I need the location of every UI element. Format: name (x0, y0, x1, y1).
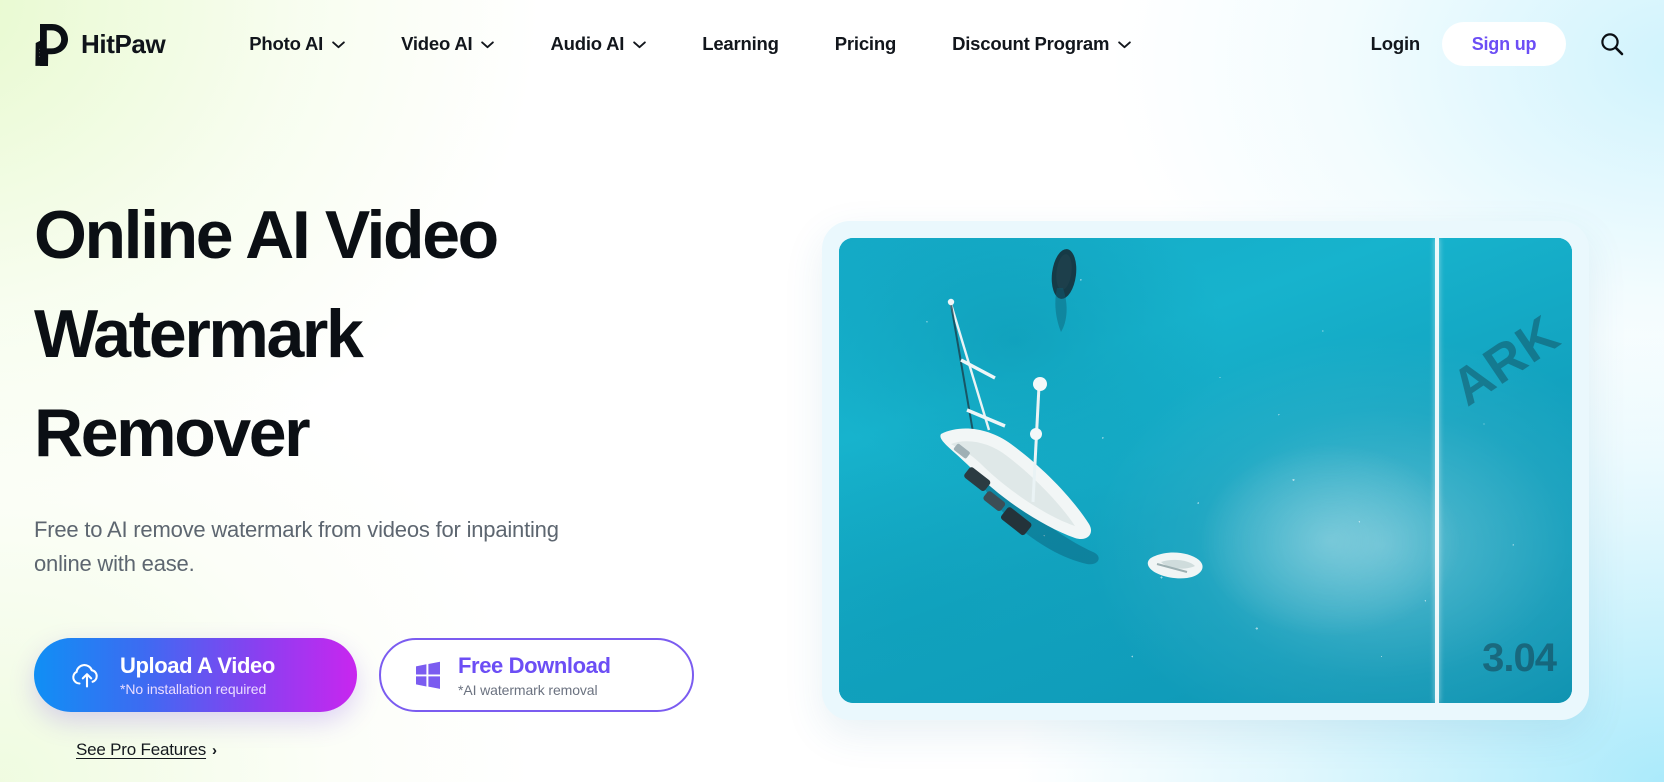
video-timecode: 3.04 (1482, 636, 1557, 680)
page-title: Online AI Video Watermark Remover (34, 186, 634, 483)
nav-item-discount-program[interactable]: Discount Program (924, 20, 1159, 68)
nav-item-label: Video AI (401, 33, 473, 54)
free-download-button[interactable]: Free Download *AI watermark removal (379, 638, 694, 712)
see-pro-features-link[interactable]: See Pro Features › (76, 740, 217, 760)
header-actions: Login Sign up (1349, 18, 1638, 70)
nav-item-learning[interactable]: Learning (674, 20, 807, 68)
chevron-down-icon (1118, 39, 1132, 49)
main-navigation: Photo AI Video AI Audio AI Learning Pric… (221, 20, 1159, 68)
nav-item-label: Photo AI (249, 33, 324, 54)
video-preview-canvas[interactable]: ARK 3.04 (839, 238, 1572, 703)
page-root: HitPaw Photo AI Video AI Audio AI Learni… (0, 0, 1664, 782)
nav-item-label: Audio AI (550, 33, 625, 54)
login-link[interactable]: Login (1349, 33, 1442, 55)
hero-title-line-1: Online AI Video (34, 197, 499, 273)
nav-item-label: Learning (702, 33, 779, 54)
cta-row: Upload A Video *No installation required… (34, 638, 734, 712)
upload-button-note: *No installation required (120, 681, 267, 697)
site-header: HitPaw Photo AI Video AI Audio AI Learni… (0, 0, 1664, 88)
nav-item-label: Pricing (834, 33, 897, 54)
chevron-down-icon (481, 39, 495, 49)
boats-illustration (940, 249, 1203, 579)
nav-item-photo-ai[interactable]: Photo AI (221, 20, 373, 68)
hero-subtitle: Free to AI remove watermark from videos … (34, 517, 559, 576)
brand-logo-link[interactable]: HitPaw (30, 22, 166, 66)
windows-logo-icon (414, 661, 442, 689)
search-icon (1599, 31, 1625, 57)
hero-content: Online AI Video Watermark Remover Free t… (34, 186, 734, 760)
chevron-right-icon: › (212, 741, 217, 759)
nav-item-label: Discount Program (952, 33, 1110, 54)
nav-item-pricing[interactable]: Pricing (807, 20, 924, 68)
download-button-note: *AI watermark removal (458, 681, 598, 698)
nav-item-audio-ai[interactable]: Audio AI (522, 20, 674, 68)
upload-a-video-button[interactable]: Upload A Video *No installation required (34, 638, 357, 712)
brand-name: HitPaw (81, 28, 166, 59)
hitpaw-paw-logo-icon (30, 22, 68, 66)
search-button[interactable] (1586, 18, 1638, 70)
chevron-down-icon (633, 39, 646, 49)
video-preview-frame[interactable]: ARK 3.04 (822, 221, 1589, 720)
hero-title-line-2: Watermark (34, 296, 364, 372)
hero-title-line-3: Remover (34, 395, 311, 471)
cloud-upload-icon (70, 658, 104, 692)
nav-item-video-ai[interactable]: Video AI (373, 20, 522, 68)
download-button-label: Free Download (458, 652, 611, 678)
chevron-down-icon (332, 39, 345, 49)
before-after-divider[interactable] (1434, 238, 1439, 703)
see-pro-features-label: See Pro Features (76, 740, 207, 759)
upload-button-label: Upload A Video (120, 653, 275, 678)
sign-up-button[interactable]: Sign up (1442, 22, 1566, 66)
